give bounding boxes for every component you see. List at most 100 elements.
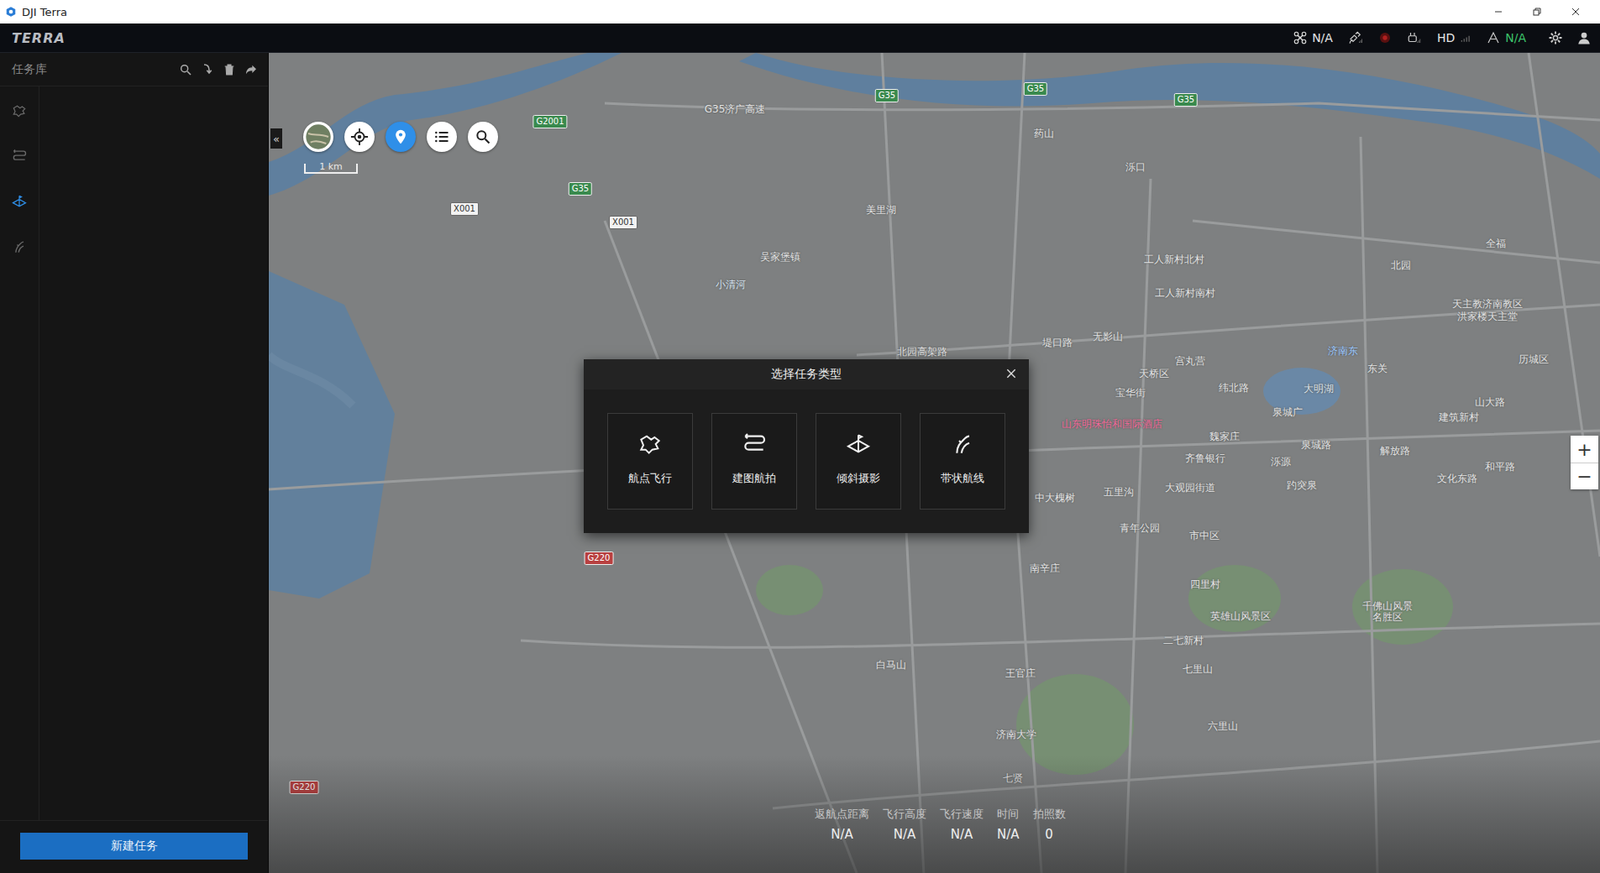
title-bar: DJI Terra: [0, 0, 1600, 24]
status-area: N/AHDN/A: [1292, 30, 1592, 46]
map-label: 工人新村南村: [1154, 286, 1216, 301]
dialog-header: 选择任务类型: [583, 359, 1029, 390]
corridor-icon: [949, 430, 976, 458]
task-type-card[interactable]: 倾斜摄影: [815, 413, 902, 510]
window-title: DJI Terra: [21, 5, 1480, 19]
window-controls: [1479, 0, 1595, 24]
task-library-body: [0, 86, 268, 821]
list-button[interactable]: [426, 121, 457, 153]
stat-value: N/A: [950, 827, 974, 843]
zoom-out-button[interactable]: −: [1570, 462, 1599, 490]
map-label: 趵突泉: [1286, 478, 1317, 494]
map-label: 济南大学: [996, 728, 1037, 743]
stat-label: 拍照数: [1033, 807, 1066, 823]
task-type-label: 建图航拍: [732, 471, 777, 487]
mapping-icon: [10, 147, 28, 165]
map-label: 王官庄: [1005, 666, 1036, 682]
stat-label: 返航点距离: [814, 807, 870, 823]
stat-label: 时间: [996, 807, 1019, 823]
flight-stat: 时间N/A: [996, 807, 1020, 843]
drone-status-text: N/A: [1311, 31, 1333, 45]
battery-icon: [1485, 30, 1501, 46]
task-type-nav-item[interactable]: [8, 145, 31, 168]
map-label: 文化东路: [1437, 472, 1478, 487]
bottom-shade: [268, 755, 1600, 873]
task-type-nav-item[interactable]: [8, 236, 31, 258]
road-badge: G35: [568, 182, 593, 196]
map-label: 七里山: [1182, 662, 1213, 677]
task-type-card[interactable]: 带状航线: [919, 413, 1006, 510]
search-icon[interactable]: [178, 62, 193, 77]
map-label: 五里沟: [1103, 485, 1134, 500]
map-label: 中大槐树: [1034, 491, 1076, 506]
new-task-button[interactable]: 新建任务: [20, 833, 248, 861]
battery-status: N/A: [1485, 30, 1527, 46]
location-pin-button[interactable]: [385, 121, 416, 153]
satellite-toggle[interactable]: [303, 121, 334, 153]
road-badge: X001: [450, 202, 479, 216]
close-button[interactable]: [1556, 0, 1595, 24]
pin-icon: [392, 128, 410, 146]
mapping-icon: [740, 430, 768, 458]
map-label: 历城区: [1518, 352, 1549, 368]
map-label: 无影山: [1092, 330, 1123, 345]
map-label: 建筑新村: [1438, 410, 1480, 425]
flight-stat: 飞行高度 N/A: [882, 807, 927, 843]
map-label: 青年公园: [1119, 521, 1160, 536]
map-label: 大明湖: [1303, 382, 1334, 397]
dialog-close-button[interactable]: [1005, 367, 1019, 382]
task-type-label: 带状航线: [940, 471, 985, 487]
delete-icon[interactable]: [222, 62, 237, 77]
remote-status: [1405, 30, 1424, 46]
road-badge: X001: [608, 215, 638, 230]
map-label: 二七新村: [1163, 634, 1204, 649]
satellite-map-icon: [304, 123, 332, 151]
drone-status: N/A: [1292, 30, 1333, 46]
road-badge: G220: [584, 551, 614, 566]
task-type-nav-item[interactable]: [8, 99, 31, 122]
map-label: 解放路: [1379, 444, 1411, 459]
map-label: 泉城路: [1300, 438, 1332, 453]
map-label: 全福: [1485, 236, 1506, 252]
close-icon: [1005, 367, 1018, 380]
stat-value: N/A: [830, 827, 854, 843]
header-actions: [178, 62, 258, 77]
zoom-in-button[interactable]: +: [1570, 435, 1599, 463]
share-icon[interactable]: [244, 62, 258, 77]
map-label: 北园: [1390, 258, 1412, 273]
account[interactable]: [1576, 30, 1592, 46]
task-type-card[interactable]: 建图航拍: [711, 413, 798, 510]
road-badge: G35: [1174, 93, 1198, 107]
restore-button[interactable]: [1517, 0, 1557, 24]
task-type-nav-item[interactable]: [8, 190, 31, 213]
map-label: 纬北路: [1218, 381, 1249, 396]
task-type-card[interactable]: 航点飞行: [607, 413, 693, 510]
map-label: 宝华街: [1115, 386, 1146, 401]
terra-logo: TERRA: [11, 30, 1293, 47]
map-label: G35济广高速: [704, 102, 766, 117]
task-library-panel: 任务库新建任务: [0, 52, 269, 873]
flight-stat: 返航点距离 N/A: [814, 807, 870, 843]
map-label: 北园高架路: [897, 345, 948, 360]
alert-icon: [1378, 31, 1392, 45]
dialog-title: 选择任务类型: [771, 367, 842, 383]
map-view[interactable]: G35济广高速药山泺口美里湖吴家堡镇小清河工人新村北村工人新村南村北园天主教济南…: [268, 52, 1600, 873]
user-icon[interactable]: [1576, 30, 1592, 46]
collapse-button[interactable]: «: [270, 128, 283, 149]
minimize-button[interactable]: [1479, 0, 1518, 24]
map-label: 山大路: [1474, 395, 1506, 410]
map-search-button[interactable]: [467, 121, 499, 153]
minimize-icon: [1493, 6, 1504, 17]
stat-label: 飞行高度: [882, 807, 927, 823]
settings[interactable]: [1547, 30, 1564, 46]
import-icon[interactable]: [200, 62, 215, 77]
map-label: 工人新村北村: [1143, 252, 1205, 268]
map-label: 南辛庄: [1029, 561, 1060, 577]
locate-button[interactable]: [344, 121, 375, 153]
gps-status: [1346, 30, 1365, 46]
map-label: 齐鲁银行: [1185, 451, 1226, 467]
signal-bars-icon: [1458, 31, 1473, 44]
gear-icon[interactable]: [1547, 30, 1564, 46]
stat-value: N/A: [893, 827, 917, 843]
oblique-icon: [844, 430, 872, 458]
